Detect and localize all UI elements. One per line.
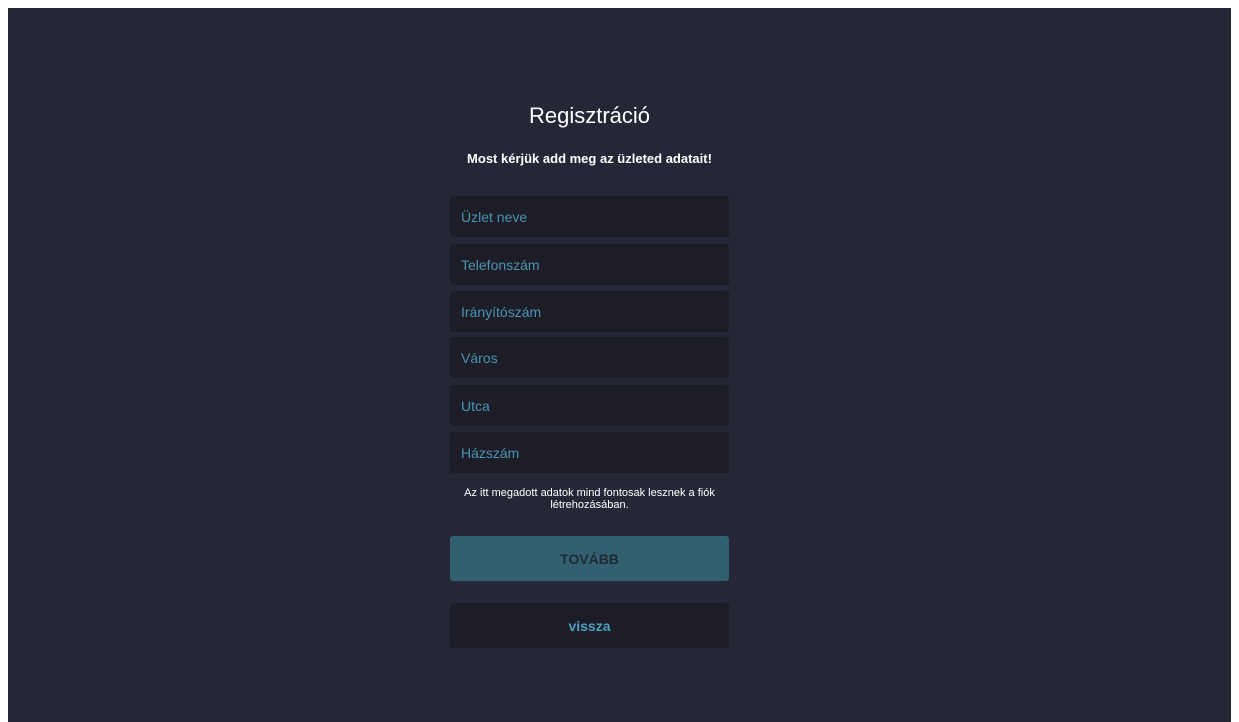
- postal-code-input[interactable]: [450, 291, 729, 332]
- back-button[interactable]: vissza: [450, 603, 729, 648]
- house-number-input[interactable]: [450, 432, 729, 473]
- form-subtitle: Most kérjük add meg az üzleted adatait!: [467, 151, 712, 166]
- page-title: Regisztráció: [528, 103, 651, 128]
- phone-input[interactable]: [450, 244, 729, 285]
- next-button[interactable]: TOVÁBB: [450, 536, 729, 581]
- shop-name-input[interactable]: [450, 196, 729, 237]
- city-input[interactable]: [450, 337, 729, 378]
- info-note: Az itt megadott adatok mind fontosak les…: [464, 487, 715, 511]
- street-input[interactable]: [450, 385, 729, 426]
- page-background: Regisztráció Most kérjük add meg az üzle…: [8, 8, 1231, 722]
